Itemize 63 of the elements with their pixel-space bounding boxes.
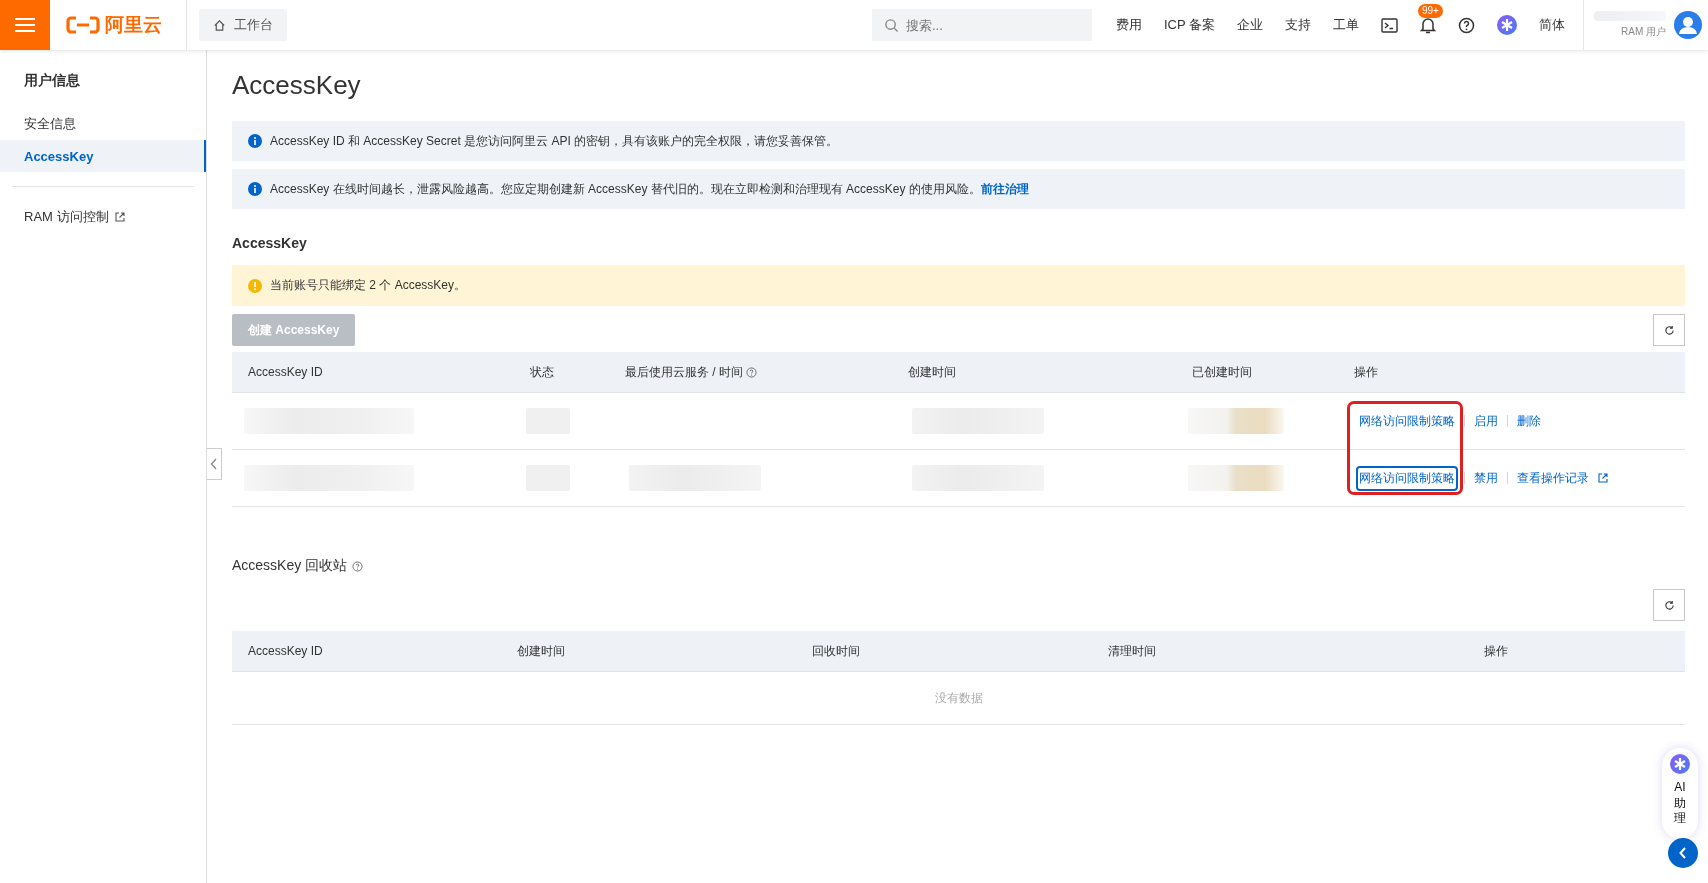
terminal-icon[interactable] [1381, 17, 1398, 33]
column-header: 操作 [1353, 363, 1379, 381]
column-header: 操作 [1483, 642, 1509, 660]
section-title: AccessKey [232, 235, 308, 251]
column-header: 创建时间 [907, 363, 957, 381]
empty-message: 没有数据 [934, 689, 983, 707]
notification-badge: 99+ [1418, 3, 1443, 18]
action-link[interactable]: 删除 [1516, 410, 1542, 432]
action-link[interactable]: 查看操作记录 [1516, 467, 1590, 489]
search-icon [883, 18, 899, 33]
search-field[interactable]: 搜索... [871, 9, 1092, 41]
collapse-sidebar-button[interactable] [207, 448, 222, 480]
assistant-icon[interactable] [1497, 15, 1517, 35]
assistant-button[interactable]: AI 助理 [1662, 748, 1698, 839]
column-header: 最后使用云服务 / 时间 [609, 363, 892, 381]
notice-text: AccessKey 在线时间越长，泄露风险越高。您应定期创建新 AccessKey 替代旧的。现在立即检测和治理现有 AccessKey 的使用风险。前往治理 [270, 180, 1029, 198]
column-header: 清理时间 [1107, 642, 1157, 660]
column-header: 状态 [529, 363, 555, 381]
sidebar-title: 用户信息 [23, 72, 81, 90]
bell-icon[interactable] [1420, 16, 1436, 34]
user-role: RAM 用户 [1621, 25, 1666, 39]
nav-link[interactable]: 费用 [1115, 16, 1142, 34]
action-link[interactable]: 网络访问限制策略 [1358, 410, 1456, 432]
notice-text: AccessKey ID 和 AccessKey Secret 是您访问阿里云 API 的密钥，具有该账户的完全权限，请您妥善保管。 [270, 132, 839, 150]
column-header: 回收时间 [811, 642, 861, 660]
page-title: AccessKey [232, 70, 362, 101]
help-icon[interactable] [1458, 16, 1475, 34]
menu-icon [15, 17, 35, 33]
refresh-icon [1663, 324, 1675, 336]
action-link[interactable]: 启用 [1473, 410, 1499, 432]
menu-button[interactable] [0, 0, 50, 50]
nav-link[interactable]: 企业 [1237, 16, 1263, 34]
column-header: AccessKey ID [247, 644, 324, 658]
info-icon [248, 134, 262, 148]
avatar-icon[interactable] [1674, 11, 1702, 39]
chevron-left-icon [1679, 847, 1687, 859]
section-title: AccessKey 回收站 [232, 557, 1685, 575]
info-icon [248, 182, 262, 196]
home-icon [213, 18, 226, 32]
nav-link[interactable]: 工单 [1333, 16, 1359, 34]
notice-link[interactable]: 前往治理 [980, 181, 1029, 196]
refresh-button[interactable] [1653, 314, 1685, 346]
sidebar-item[interactable]: 安全信息 [0, 108, 206, 140]
refresh-icon [1663, 599, 1675, 611]
nav-link[interactable]: 简体 [1539, 16, 1565, 34]
warning-text: 当前账号只能绑定 2 个 AccessKey。 [270, 277, 467, 294]
column-header: AccessKey ID [247, 365, 324, 379]
assistant-icon [1670, 754, 1690, 774]
action-link[interactable]: 网络访问限制策略 [1358, 467, 1456, 489]
refresh-button[interactable] [1653, 589, 1685, 621]
nav-link[interactable]: 支持 [1285, 16, 1311, 34]
column-header: 已创建时间 [1191, 363, 1253, 381]
workbench-button[interactable]: 工作台 [199, 9, 287, 41]
logo-icon [66, 16, 100, 34]
action-link[interactable]: 禁用 [1473, 467, 1499, 489]
help-icon [352, 560, 364, 572]
chevron-left-icon [210, 458, 218, 470]
column-header: 创建时间 [516, 642, 566, 660]
sidebar-link[interactable]: RAM 访问控制 [0, 201, 206, 233]
nav-link[interactable]: ICP 备案 [1163, 16, 1215, 34]
warning-icon [248, 278, 262, 293]
sidebar-item[interactable]: AccessKey [0, 140, 206, 172]
collapse-button[interactable] [1668, 838, 1698, 868]
